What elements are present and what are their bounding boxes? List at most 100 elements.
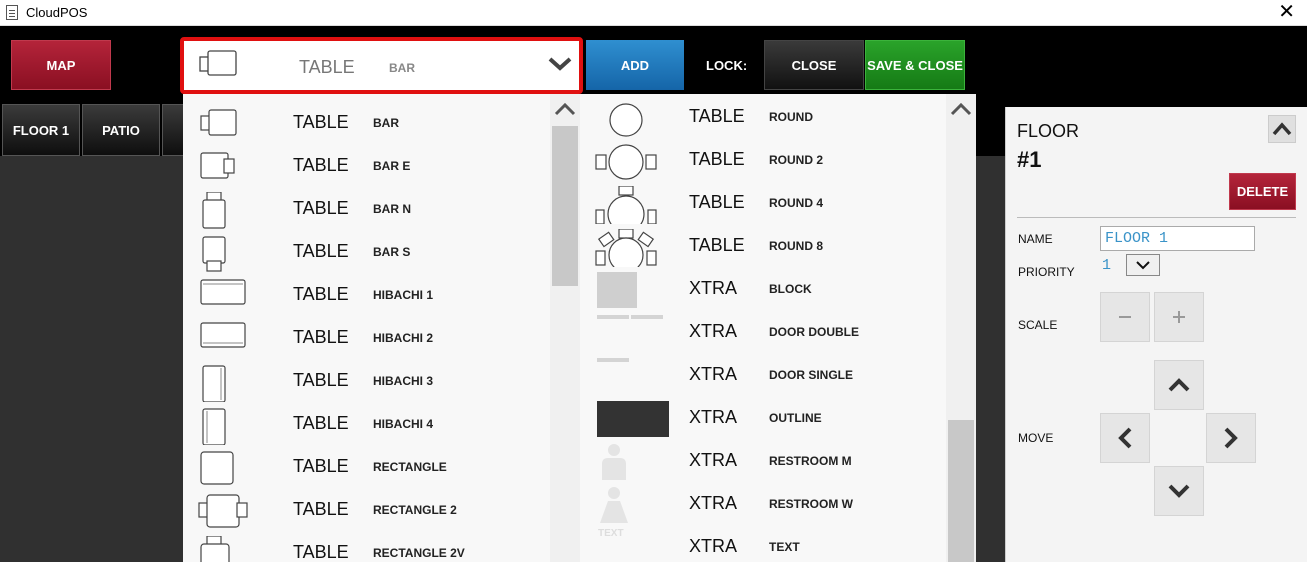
item-name: BAR E: [373, 159, 411, 173]
selected-name: BAR: [389, 61, 415, 75]
list-item[interactable]: XTRA RESTROOM M: [580, 440, 950, 483]
item-kind: TABLE: [689, 106, 745, 126]
list-item[interactable]: XTRA OUTLINE: [580, 397, 950, 440]
floor-name-input[interactable]: [1100, 226, 1255, 251]
list-item[interactable]: TABLE RECTANGLE: [183, 446, 553, 489]
move-up-button[interactable]: [1154, 360, 1204, 410]
floor-number: #1: [1017, 147, 1042, 172]
right-list-scrollbar[interactable]: [946, 94, 976, 562]
item-name: TEXT: [769, 540, 800, 554]
list-item[interactable]: TABLE ROUND 4: [580, 182, 950, 225]
object-list-right[interactable]: TABLE ROUND TABLE ROUND 2 TABLE ROUND 4: [580, 94, 976, 562]
item-kind: TABLE: [293, 284, 349, 304]
collapse-panel-icon[interactable]: [1268, 115, 1296, 143]
list-item[interactable]: XTRA RESTROOM W: [580, 483, 950, 526]
outline-icon: [597, 401, 669, 437]
arrow-up-icon: [1168, 378, 1190, 392]
restroom-women-icon: [600, 487, 628, 523]
scale-down-button[interactable]: [1100, 292, 1150, 342]
item-name: OUTLINE: [769, 411, 822, 425]
move-down-button[interactable]: [1154, 466, 1204, 516]
list-item[interactable]: TABLE BAR: [183, 102, 553, 145]
item-name: RESTROOM W: [769, 497, 853, 511]
move-left-button[interactable]: [1100, 413, 1150, 463]
item-name: DOOR DOUBLE: [769, 325, 859, 339]
right-scroll-thumb[interactable]: [948, 420, 974, 562]
arrow-left-icon: [1118, 427, 1132, 449]
delete-button[interactable]: DELETE: [1229, 173, 1296, 210]
list-item[interactable]: TABLE BAR N: [183, 188, 553, 231]
minus-icon: [1119, 316, 1131, 318]
map-button[interactable]: MAP: [11, 40, 111, 90]
item-name: ROUND 4: [769, 196, 824, 210]
bar-table-icon: [200, 109, 237, 136]
list-item[interactable]: TABLE BAR E: [183, 145, 553, 188]
item-name: BLOCK: [769, 282, 812, 296]
left-list-scrollbar[interactable]: [550, 94, 580, 562]
rectangle-2-table-icon: [198, 494, 248, 528]
item-name: HIBACHI 2: [373, 331, 434, 345]
item-kind: XTRA: [689, 407, 738, 427]
round-table-icon: [609, 103, 643, 137]
restroom-men-icon: [602, 444, 626, 480]
item-kind: TABLE: [293, 542, 349, 562]
item-name: ROUND 2: [769, 153, 824, 167]
item-name: RECTANGLE 2V: [373, 546, 465, 560]
list-item[interactable]: TABLE BAR S: [183, 231, 553, 274]
left-scroll-thumb[interactable]: [552, 126, 578, 286]
scale-label: SCALE: [1018, 318, 1058, 332]
priority-dropdown[interactable]: [1126, 254, 1160, 276]
tab-patio[interactable]: PATIO: [82, 104, 160, 156]
tab-floor-1[interactable]: FLOOR 1: [2, 104, 80, 156]
object-list-left[interactable]: TABLE BAR TABLE BAR E TABLE BAR N TABLE …: [183, 94, 580, 562]
list-item[interactable]: TABLE RECTANGLE 2V: [183, 532, 553, 562]
list-item[interactable]: TABLE HIBACHI 2: [183, 317, 553, 360]
item-kind: XTRA: [689, 278, 738, 298]
item-kind: TABLE: [293, 499, 349, 519]
item-kind: XTRA: [689, 450, 738, 470]
scroll-up-icon[interactable]: [950, 102, 972, 121]
scale-up-button[interactable]: [1154, 292, 1204, 342]
chevron-down-icon[interactable]: [547, 55, 573, 78]
list-item[interactable]: TABLE ROUND: [580, 96, 950, 139]
properties-panel: FLOOR #1 DELETE NAME PRIORITY 1 SCALE MO…: [1005, 107, 1307, 562]
hibachi-4-table-icon: [202, 408, 226, 445]
hibachi-3-table-icon: [202, 365, 226, 402]
list-item[interactable]: TABLE HIBACHI 1: [183, 274, 553, 317]
list-item[interactable]: TABLE RECTANGLE 2: [183, 489, 553, 532]
item-kind: TABLE: [293, 112, 349, 132]
window-close-icon[interactable]: ✕: [1278, 2, 1295, 22]
hibachi-1-table-icon: [200, 279, 246, 305]
save-close-button[interactable]: SAVE & CLOSE: [865, 40, 965, 90]
priority-label: PRIORITY: [1018, 265, 1075, 279]
item-name: HIBACHI 3: [373, 374, 434, 388]
item-name: RECTANGLE 2: [373, 503, 457, 517]
door-double-icon: [597, 315, 663, 319]
rectangle-2v-table-icon: [200, 536, 230, 562]
item-name: RESTROOM M: [769, 454, 852, 468]
list-item[interactable]: XTRA BLOCK: [580, 268, 950, 311]
list-item[interactable]: TABLE HIBACHI 3: [183, 360, 553, 403]
close-button[interactable]: CLOSE: [764, 40, 864, 90]
object-type-selector[interactable]: TABLE BAR: [180, 37, 583, 94]
item-kind: TABLE: [293, 370, 349, 390]
list-item[interactable]: TEXT XTRA TEXT: [580, 526, 950, 562]
round-8-table-icon: [595, 229, 657, 267]
move-right-button[interactable]: [1206, 413, 1256, 463]
list-item[interactable]: XTRA DOOR SINGLE: [580, 354, 950, 397]
arrow-right-icon: [1224, 427, 1238, 449]
item-kind: XTRA: [689, 364, 738, 384]
list-item[interactable]: TABLE HIBACHI 4: [183, 403, 553, 446]
item-name: BAR N: [373, 202, 411, 216]
scroll-up-icon[interactable]: [554, 102, 576, 121]
plus-icon: [1173, 311, 1185, 323]
list-item[interactable]: TABLE ROUND 8: [580, 225, 950, 268]
item-name: HIBACHI 1: [373, 288, 434, 302]
priority-value: 1: [1102, 257, 1112, 274]
item-name: DOOR SINGLE: [769, 368, 854, 382]
add-button[interactable]: ADD: [586, 40, 684, 90]
list-item[interactable]: XTRA DOOR DOUBLE: [580, 311, 950, 354]
list-item[interactable]: TABLE ROUND 2: [580, 139, 950, 182]
item-kind: TABLE: [293, 155, 349, 175]
bar-s-table-icon: [202, 236, 226, 272]
